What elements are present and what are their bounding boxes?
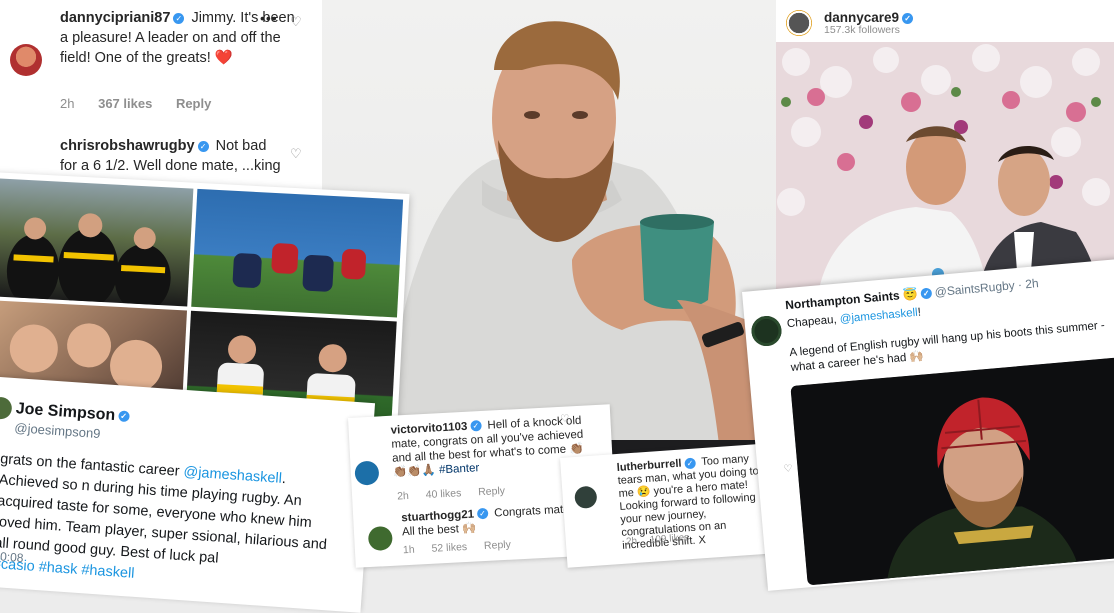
like-heart-icon[interactable]: ♡ [290,14,302,30]
verified-icon: ✓ [173,12,185,24]
comment-stuarthogg: stuarthogg21 ✓ Congrats mate. All the bes… [401,502,582,539]
match-action-photo [191,188,404,318]
username-text: dannycare9 [824,10,900,25]
comment-meta: 1h 52 likes Reply [403,537,526,557]
comment-likes[interactable]: 40 likes [425,487,461,501]
tweet-northampton-saints: Northampton Saints 😇 ✓ @SaintsRugby · 2h C… [742,258,1114,591]
comment-victorvito: victorvito1103 ✓ Hell of a knock old mate… [390,414,588,480]
like-heart-icon[interactable]: ♡ [290,146,302,162]
avatar[interactable] [574,485,598,510]
verified-icon: ✓ [920,287,933,300]
instagram-comment-luther: lutherburrell ✓ Too many tears man, what … [560,443,778,568]
comment-username[interactable]: dannycipriani87 [60,10,170,26]
verified-icon: ✓ [684,457,696,469]
reply-button[interactable]: Reply [484,539,511,552]
comment-username[interactable]: chrisrobshawrugby [60,138,195,154]
comment-meta: 2h 367 likes Reply [60,96,231,111]
tweet-text: ! [917,306,922,319]
mention-link[interactable]: @jameshaskell [839,307,918,326]
tweet-media-photo[interactable] [790,357,1114,586]
team-huddle-photo [0,178,194,307]
tweet-body: grats on the fantastic career @jameshask… [0,449,345,599]
tweet-text: Chapeau, [786,313,841,331]
comment-likes[interactable]: 52 likes [431,541,467,555]
reply-button[interactable]: Reply [176,96,211,111]
avatar[interactable] [0,396,13,420]
comment-time: 2h [396,489,410,503]
like-heart-icon[interactable]: ♡ [560,412,570,426]
verified-icon: ✓ [902,12,914,24]
author-handle: @SaintsRugby · 2h [934,276,1040,300]
player-headguard-illustration [790,357,1114,586]
avatar[interactable] [786,10,812,36]
verified-icon: ✓ [476,508,489,520]
tweet-joe-simpson: Joe Simpson ✓ @joesimpson9 grats on the f… [0,376,376,613]
avatar[interactable] [367,525,393,552]
mention-link[interactable]: @jameshaskell [183,464,282,487]
hashtag-link[interactable]: #Banter [439,462,480,476]
comment-meta: 2h 40 likes Reply [397,483,520,503]
tweet-timestamp: 10:08 [0,548,24,566]
comment-time: 2h [60,96,75,111]
comment-likes[interactable]: 367 likes [98,96,152,111]
avatar[interactable] [10,44,42,76]
verified-icon: ✓ [117,410,130,423]
reply-button[interactable]: Reply [478,485,505,498]
verified-icon: ✓ [470,420,482,433]
more-options-icon[interactable]: ••• [260,10,278,26]
follower-count: 157.3k followers [824,24,900,36]
verified-icon: ✓ [197,140,209,152]
comment-time: 1h [402,543,415,557]
comment-time: 2h [625,535,638,548]
like-heart-icon[interactable]: ♡ [783,463,793,475]
comment-username[interactable]: stuarthogg21 [401,509,474,525]
avatar[interactable] [354,460,380,486]
instagram-comments-card: dannycipriani87 ✓ Jimmy. It's been a plea… [0,0,322,194]
comment-likes[interactable]: 109 likes [649,532,689,546]
post-username[interactable]: dannycare9 ✓ [824,10,916,25]
saints-crest-avatar[interactable] [750,314,783,348]
